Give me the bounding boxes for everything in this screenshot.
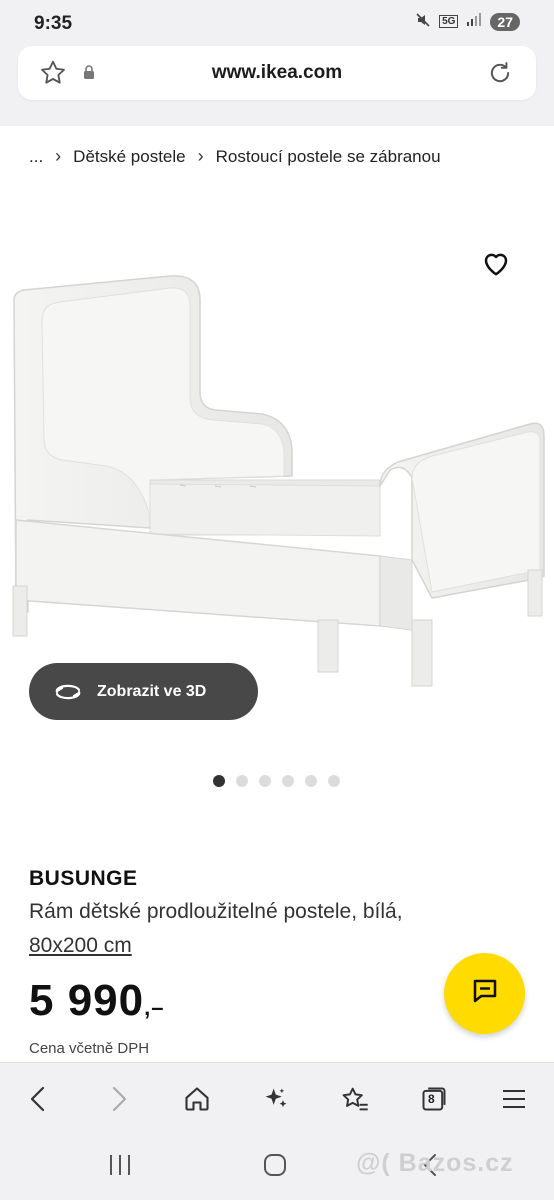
price-value: 5 990 [29,976,145,1025]
reload-icon[interactable] [486,59,514,92]
price-suffix: ,– [144,995,165,1020]
battery-indicator: 27 [490,12,520,31]
address-bar[interactable]: www.ikea.com [18,46,536,100]
breadcrumb: ... › Dětské postele › Rostoucí postele … [29,146,441,167]
status-bar: 9:35 5G 27 [0,0,554,46]
tabs-icon[interactable]: 8 [416,1081,452,1117]
breadcrumb-children-beds[interactable]: Dětské postele [73,147,185,167]
view-in-3d-button[interactable]: Zobrazit ve 3D [29,663,258,720]
product-name: BUSUNGE [29,867,138,890]
recent-apps-icon[interactable] [108,1152,132,1183]
chat-button[interactable] [444,953,525,1034]
status-icons: 5G 27 [415,12,520,31]
menu-icon[interactable] [496,1081,532,1117]
gallery-dot[interactable] [236,775,248,787]
rotate-3d-icon [53,681,83,703]
gallery-dot[interactable] [328,775,340,787]
product-image[interactable] [0,230,554,710]
sparkle-icon[interactable] [258,1081,294,1117]
chevron-right-icon: › [197,146,204,166]
gallery-dot[interactable] [259,775,271,787]
product-description: Rám dětské prodloužitelné postele, bílá, [29,900,403,923]
chevron-right-icon: › [55,146,62,166]
product-price: 5 990,– [29,976,164,1026]
gallery-dot[interactable] [305,775,317,787]
home-button-icon[interactable] [262,1152,288,1183]
gallery-dot[interactable] [282,775,294,787]
breadcrumb-growing-beds[interactable]: Rostoucí postele se zábranou [216,147,441,167]
chat-icon [470,976,500,1011]
watermark: @( Bazos.cz [356,1149,514,1177]
network-5g-icon: 5G [439,15,459,28]
forward-icon[interactable] [101,1081,137,1117]
product-size-link[interactable]: 80x200 cm [29,934,132,958]
view-in-3d-label: Zobrazit ve 3D [97,682,207,700]
mute-icon [415,12,431,31]
bed-illustration [12,275,545,687]
price-note: Cena včetně DPH [29,1040,150,1057]
status-time: 9:35 [34,13,73,34]
gallery-pagination [213,775,340,787]
favorite-heart-icon[interactable] [481,249,511,282]
url-text[interactable]: www.ikea.com [18,62,536,84]
back-icon[interactable] [20,1081,56,1117]
browser-bottom-nav: 8 [0,1062,554,1134]
breadcrumb-root[interactable]: ... [29,147,43,167]
signal-icon [466,13,482,30]
gallery-dot[interactable] [213,775,225,787]
home-icon[interactable] [179,1081,215,1117]
bookmarks-icon[interactable] [337,1081,373,1117]
tabs-count: 8 [428,1092,435,1106]
